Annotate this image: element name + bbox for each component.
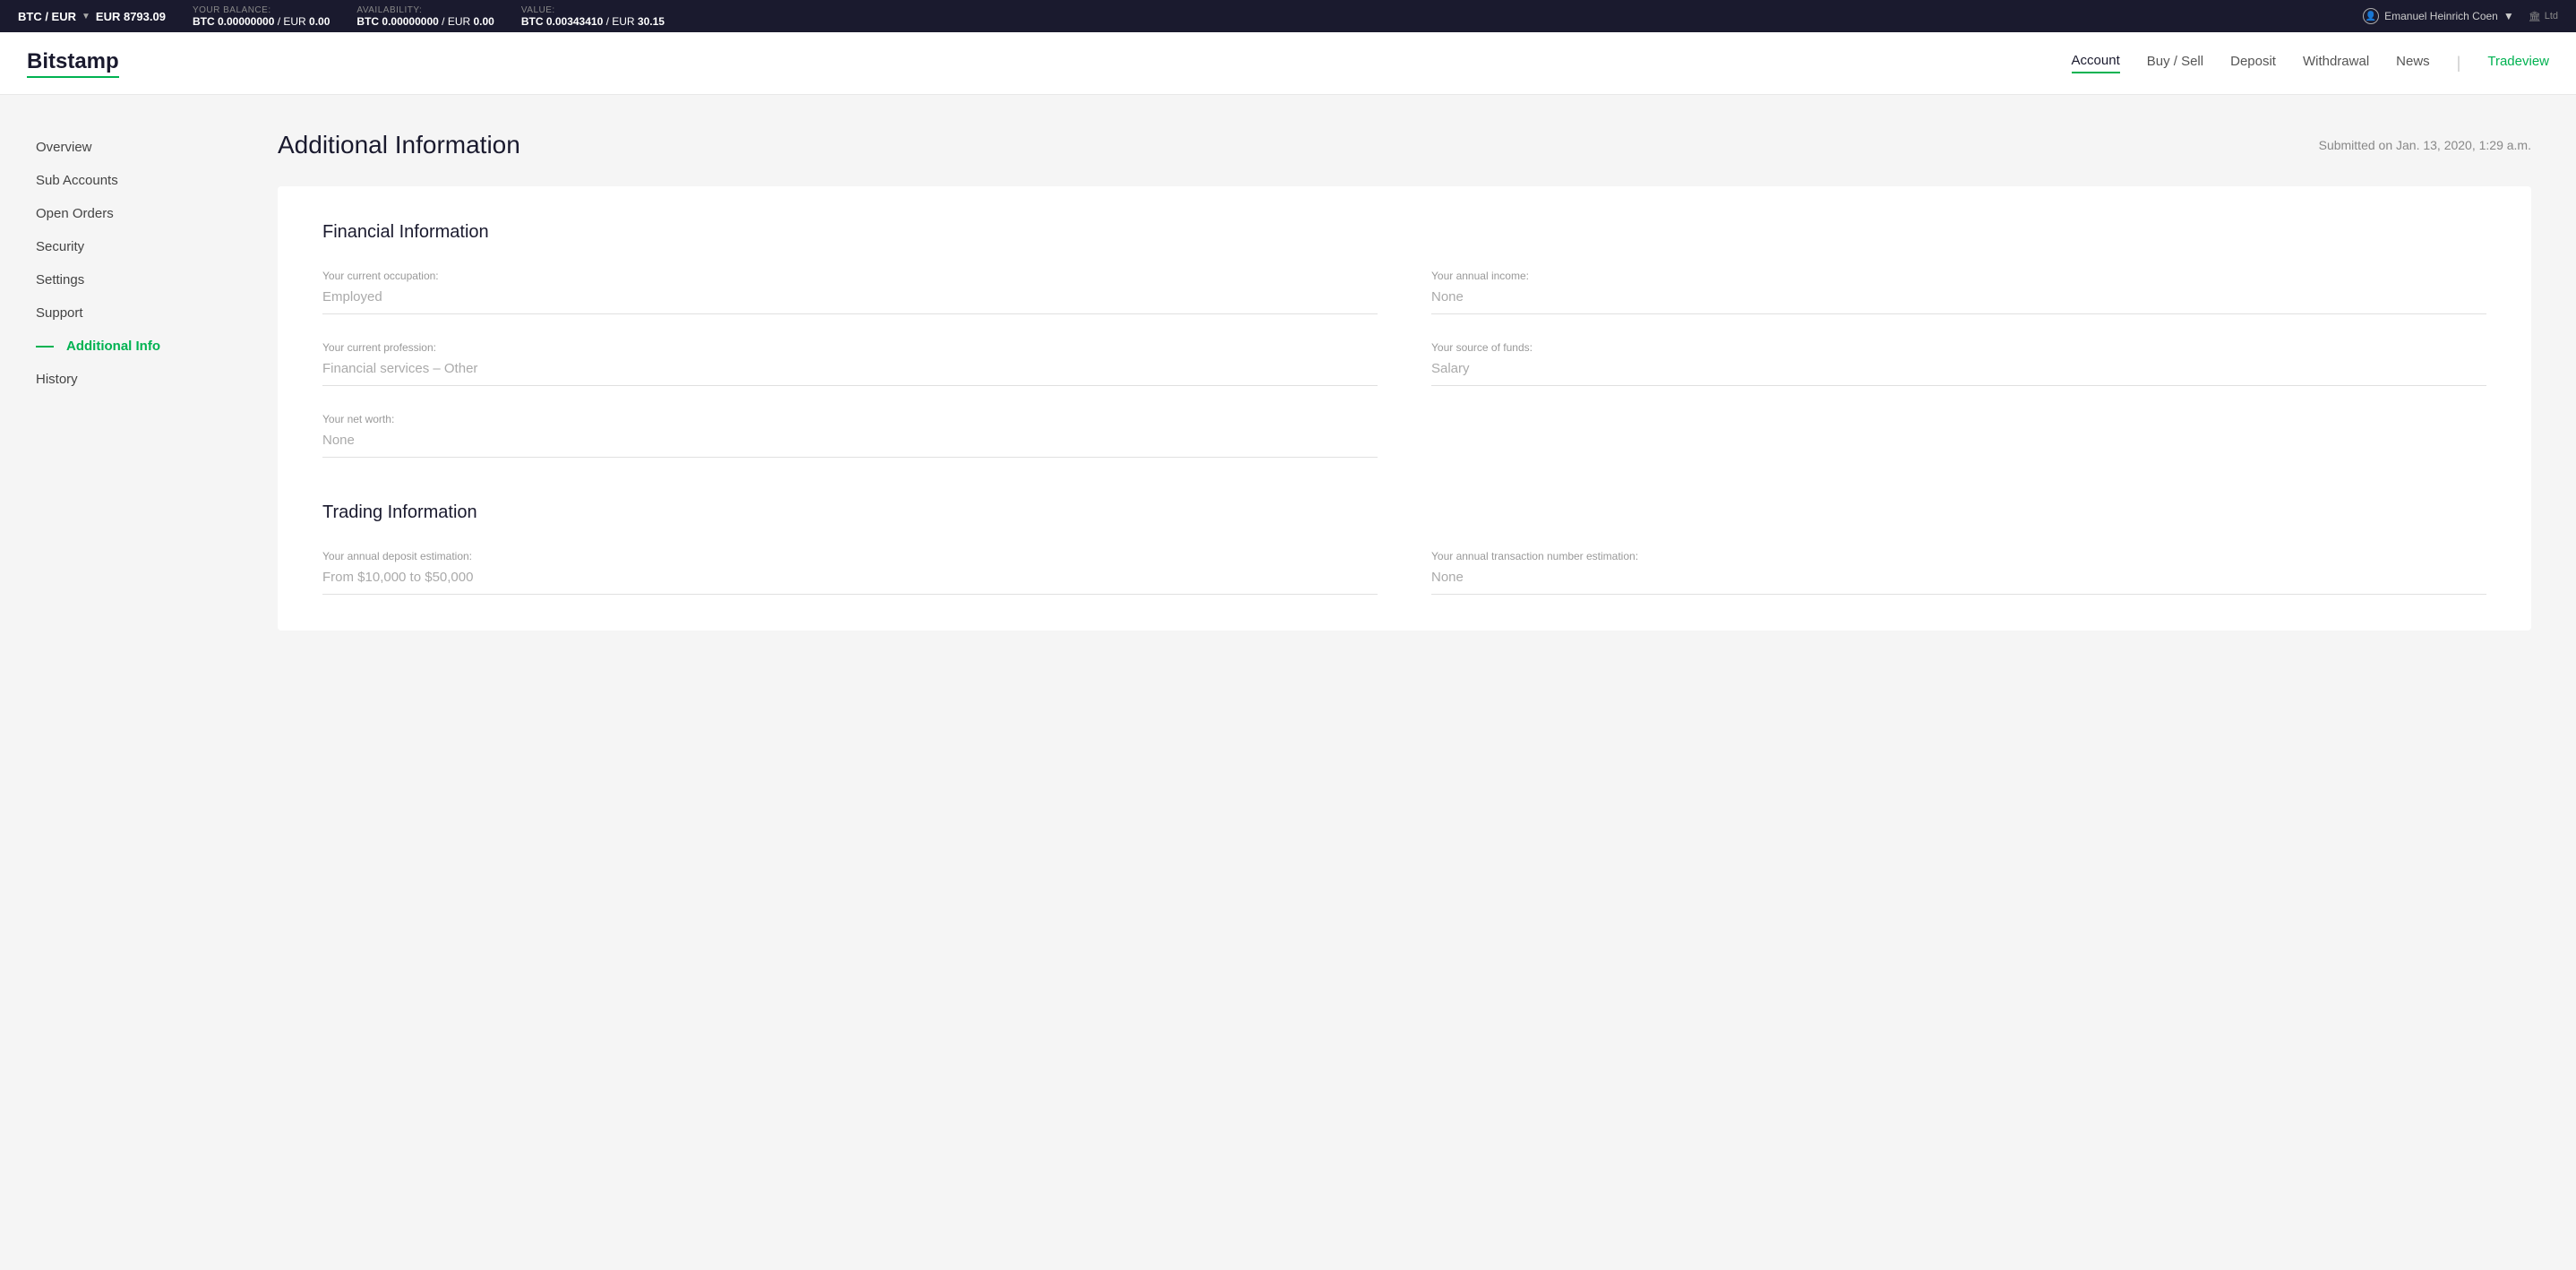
- balance-value: BTC 0.00000000 / EUR 0.00: [193, 15, 330, 28]
- annual-income-value: None: [1431, 289, 2486, 314]
- financial-section-title: Financial Information: [322, 222, 2486, 243]
- pair-chevron: ▼: [82, 12, 90, 21]
- nav-withdrawal[interactable]: Withdrawal: [2303, 54, 2369, 73]
- page-title: Additional Information: [278, 131, 520, 159]
- pair-price: EUR 8793.09: [96, 10, 166, 23]
- deposit-estimation-value: From $10,000 to $50,000: [322, 570, 1378, 595]
- net-worth-field: Your net worth: None: [322, 413, 1378, 458]
- occupation-value: Employed: [322, 289, 1378, 314]
- source-of-funds-value: Salary: [1431, 361, 2486, 386]
- availability-label: AVAILABILITY:: [356, 5, 494, 15]
- page-header: Additional Information Submitted on Jan.…: [278, 131, 2531, 159]
- sidebar-label-additional-info: Additional Info: [66, 339, 160, 354]
- profession-field: Your current profession: Financial servi…: [322, 341, 1378, 386]
- sidebar-item-support[interactable]: Support: [36, 296, 233, 330]
- top-bar: BTC / EUR ▼ EUR 8793.09 YOUR BALANCE: BT…: [0, 0, 2576, 32]
- net-worth-label: Your net worth:: [322, 413, 1378, 425]
- sidebar-item-sub-accounts[interactable]: Sub Accounts: [36, 164, 233, 197]
- nav-buy-sell[interactable]: Buy / Sell: [2147, 54, 2203, 73]
- balance-section: YOUR BALANCE: BTC 0.00000000 / EUR 0.00: [193, 5, 330, 28]
- financial-fields-grid: Your current occupation: Employed Your a…: [322, 270, 2486, 458]
- sidebar-label-open-orders: Open Orders: [36, 206, 114, 221]
- nav-deposit[interactable]: Deposit: [2230, 54, 2276, 73]
- value-section: VALUE: BTC 0.00343410 / EUR 30.15: [521, 5, 665, 28]
- transaction-estimation-label: Your annual transaction number estimatio…: [1431, 550, 2486, 562]
- profession-value: Financial services – Other: [322, 361, 1378, 386]
- user-icon: 👤: [2363, 8, 2379, 24]
- content-card: Financial Information Your current occup…: [278, 186, 2531, 631]
- sidebar-label-support: Support: [36, 305, 83, 321]
- source-of-funds-label: Your source of funds:: [1431, 341, 2486, 354]
- sidebar-label-settings: Settings: [36, 272, 84, 287]
- deposit-estimation-field: Your annual deposit estimation: From $10…: [322, 550, 1378, 595]
- sidebar-item-settings[interactable]: Settings: [36, 263, 233, 296]
- user-name: Emanuel Heinrich Coen: [2384, 10, 2498, 22]
- user-menu[interactable]: 👤 Emanuel Heinrich Coen ▼: [2363, 8, 2514, 24]
- pair-selector[interactable]: BTC / EUR ▼ EUR 8793.09: [18, 10, 166, 23]
- sidebar-item-history[interactable]: History: [36, 363, 233, 396]
- nav-tradeview[interactable]: Tradeview: [2487, 54, 2549, 73]
- trading-fields-grid: Your annual deposit estimation: From $10…: [322, 550, 2486, 595]
- transaction-estimation-value: None: [1431, 570, 2486, 595]
- value-label: VALUE:: [521, 5, 665, 15]
- profession-label: Your current profession:: [322, 341, 1378, 354]
- nav-account[interactable]: Account: [2072, 53, 2120, 73]
- sidebar-item-additional-info[interactable]: Additional Info: [36, 330, 233, 363]
- occupation-label: Your current occupation:: [322, 270, 1378, 282]
- user-chevron: ▼: [2503, 10, 2514, 22]
- occupation-field: Your current occupation: Employed: [322, 270, 1378, 314]
- page-body: Overview Sub Accounts Open Orders Securi…: [0, 95, 2576, 1270]
- nav-news[interactable]: News: [2396, 54, 2430, 73]
- sidebar-item-security[interactable]: Security: [36, 230, 233, 263]
- value-value: BTC 0.00343410 / EUR 30.15: [521, 15, 665, 28]
- sidebar-label-history: History: [36, 372, 78, 387]
- source-of-funds-field: Your source of funds: Salary: [1431, 341, 2486, 386]
- ltd-badge: 🏛 Ltd: [2529, 11, 2558, 22]
- transaction-estimation-field: Your annual transaction number estimatio…: [1431, 550, 2486, 595]
- balance-label: YOUR BALANCE:: [193, 5, 330, 15]
- sidebar-label-sub-accounts: Sub Accounts: [36, 173, 118, 188]
- submitted-text: Submitted on Jan. 13, 2020, 1:29 a.m.: [2319, 138, 2531, 152]
- sidebar-label-overview: Overview: [36, 140, 92, 155]
- main-nav: Account Buy / Sell Deposit Withdrawal Ne…: [2072, 53, 2549, 73]
- sidebar-label-security: Security: [36, 239, 84, 254]
- pair-label: BTC / EUR: [18, 10, 76, 23]
- nav-separator: |: [2457, 54, 2461, 73]
- trading-section-title: Trading Information: [322, 502, 2486, 523]
- net-worth-value: None: [322, 433, 1378, 458]
- deposit-estimation-label: Your annual deposit estimation:: [322, 550, 1378, 562]
- main-content: Additional Information Submitted on Jan.…: [233, 95, 2576, 1270]
- annual-income-label: Your annual income:: [1431, 270, 2486, 282]
- annual-income-field: Your annual income: None: [1431, 270, 2486, 314]
- header: Bitstamp Account Buy / Sell Deposit With…: [0, 32, 2576, 95]
- sidebar: Overview Sub Accounts Open Orders Securi…: [0, 95, 233, 1270]
- availability-section: AVAILABILITY: BTC 0.00000000 / EUR 0.00: [356, 5, 494, 28]
- logo[interactable]: Bitstamp: [27, 49, 119, 78]
- sidebar-item-overview[interactable]: Overview: [36, 131, 233, 164]
- availability-value: BTC 0.00000000 / EUR 0.00: [356, 15, 494, 28]
- ltd-label: Ltd: [2545, 11, 2558, 21]
- top-bar-right: 👤 Emanuel Heinrich Coen ▼ 🏛 Ltd: [2363, 8, 2558, 24]
- sidebar-item-open-orders[interactable]: Open Orders: [36, 197, 233, 230]
